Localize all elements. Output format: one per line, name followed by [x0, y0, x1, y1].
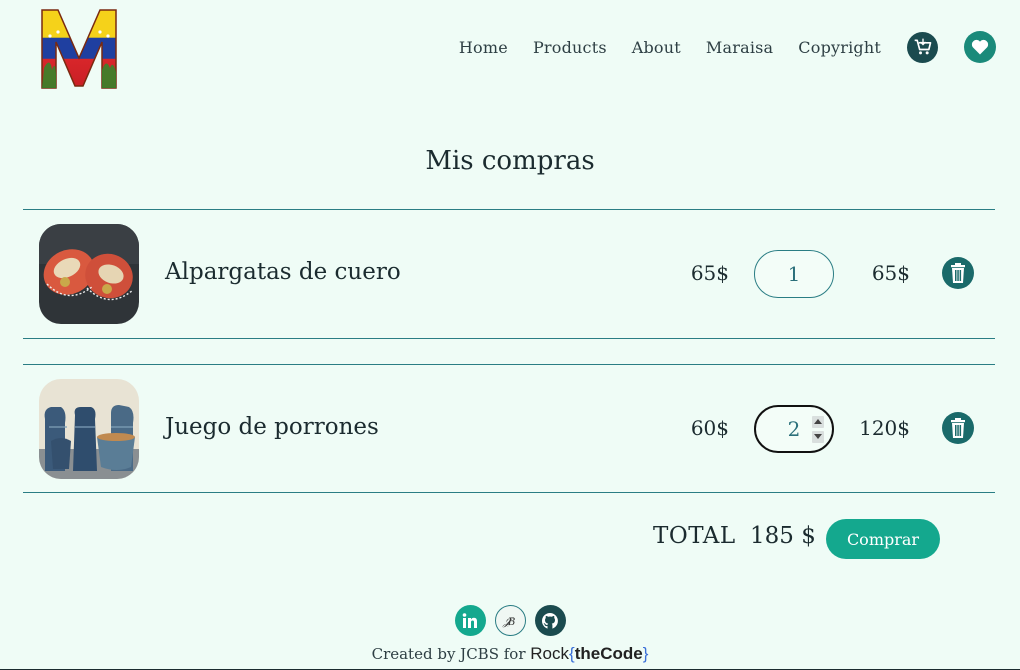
monogram-jb-icon[interactable]: 𝒥 B	[494, 605, 526, 636]
nav-copyright[interactable]: Copyright	[798, 38, 881, 57]
nav-products[interactable]: Products	[533, 38, 607, 57]
credit-text: Created by JCBS for	[371, 645, 526, 663]
heart-icon[interactable]	[964, 31, 996, 63]
total-label: TOTAL	[653, 523, 736, 549]
decrement-icon[interactable]	[812, 431, 824, 443]
product-image	[39, 379, 139, 479]
linkedin-icon[interactable]	[454, 605, 486, 636]
quantity-stepper[interactable]	[812, 416, 824, 443]
cart-icon[interactable]	[907, 31, 938, 63]
nav-maraisa[interactable]: Maraisa	[706, 38, 773, 57]
buy-button[interactable]: Comprar	[826, 519, 940, 559]
product-subtotal: 65$	[871, 261, 910, 285]
product-name: Alpargatas de cuero	[165, 259, 401, 285]
social-links: 𝒥 B	[0, 605, 1020, 636]
product-subtotal: 120$	[859, 416, 910, 440]
site-logo[interactable]	[38, 8, 120, 90]
quantity-value: 1	[787, 262, 801, 286]
cart-item: Juego de porrones 60$ 2 120$	[23, 364, 995, 493]
svg-text:B: B	[507, 617, 515, 628]
rockthecode-logo[interactable]: Rock{theCode}	[530, 644, 648, 663]
nav-about[interactable]: About	[632, 38, 681, 57]
total-row: TOTAL 185 $ Comprar	[0, 519, 1020, 559]
page-title: Mis compras	[425, 146, 595, 176]
trash-icon[interactable]	[942, 257, 974, 289]
increment-icon[interactable]	[812, 416, 824, 428]
footer-credit: Created by JCBS for Rock{theCode}	[0, 644, 1020, 664]
product-price: 60$	[690, 416, 729, 440]
cart-item: Alpargatas de cuero 65$ 1 65$	[23, 209, 995, 339]
quantity-value: 2	[787, 417, 801, 441]
quantity-input[interactable]: 1	[754, 250, 834, 298]
github-icon[interactable]	[534, 605, 566, 636]
product-price: 65$	[690, 261, 729, 285]
product-name: Juego de porrones	[165, 414, 379, 440]
total-value: 185 $	[750, 523, 816, 549]
product-image	[39, 224, 139, 324]
quantity-input[interactable]: 2	[754, 405, 834, 453]
main-nav: Home Products About Maraisa Copyright	[459, 30, 996, 64]
nav-home[interactable]: Home	[459, 38, 508, 57]
trash-icon[interactable]	[942, 412, 974, 444]
